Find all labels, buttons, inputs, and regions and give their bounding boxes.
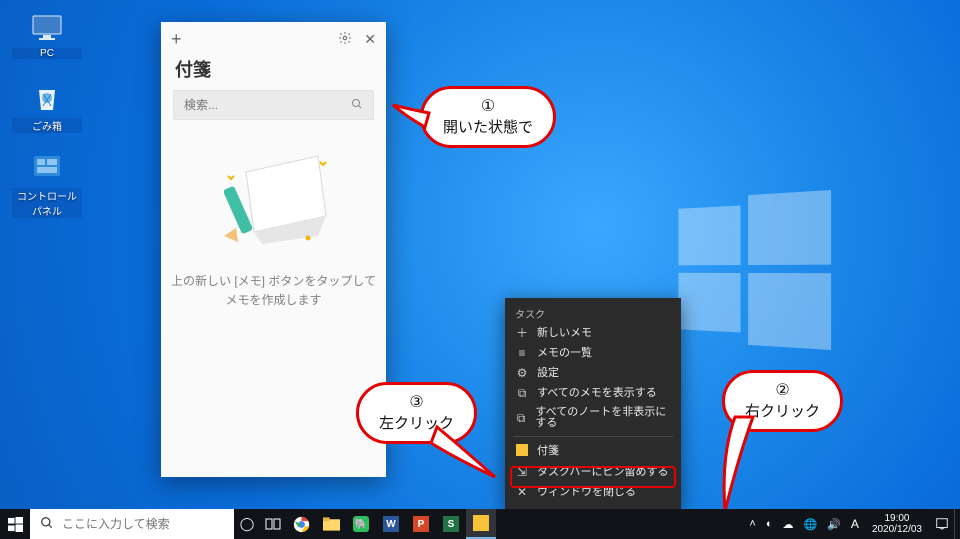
close-icon: ✕: [515, 486, 529, 498]
taskbar-search-input[interactable]: [62, 517, 224, 531]
sticky-titlebar: + ✕: [161, 22, 386, 56]
jump-item-hide-all[interactable]: ⧉ すべてのノートを非表示にする: [505, 403, 681, 433]
task-view-button[interactable]: [260, 509, 286, 539]
jump-item-label: 設定: [537, 368, 559, 379]
taskbar-app-evernote[interactable]: 🐘: [346, 509, 376, 539]
tray-ime-indicator[interactable]: A: [846, 509, 864, 539]
search-icon: [40, 516, 54, 533]
system-tray: ˄ ◐ ☁ 🌐 🔊 A 19:00 2020/12/03: [744, 509, 960, 539]
jump-item-show-all[interactable]: ⧉ すべてのメモを表示する: [505, 383, 681, 403]
taskbar-app-powerpoint[interactable]: P: [406, 509, 436, 539]
taskbar-jumplist: タスク ＋ 新しいメモ ≡ メモの一覧 ⚙ 設定 ⧉ すべてのメモを表示する ⧉ すべてのノートを…: [505, 298, 681, 509]
tray-date: 2020/12/03: [872, 524, 922, 535]
empty-state-hint-line2: メモを作成します: [161, 291, 386, 310]
recycle-bin-icon: [29, 80, 65, 116]
search-icon: [351, 98, 363, 113]
sticky-app-icon: [515, 444, 529, 458]
show-desktop-button[interactable]: [954, 509, 960, 539]
jump-item-settings[interactable]: ⚙ 設定: [505, 363, 681, 383]
desktop-icon-label: コントロール パネル: [12, 188, 82, 218]
jump-item-label: タスクバーにピン留めする: [537, 467, 668, 478]
desktop-icon-control-panel[interactable]: コントロール パネル: [12, 150, 82, 218]
sticky-search-input[interactable]: [184, 98, 351, 112]
jump-item-icon: ⧉: [515, 412, 527, 424]
jump-item-label: すべてのノートを非表示にする: [535, 407, 671, 429]
jump-item-icon: ＋: [515, 327, 529, 339]
taskbar-search[interactable]: [30, 509, 234, 539]
jumplist-section-title: タスク: [505, 302, 681, 323]
callout-2: ② 右クリック: [722, 370, 843, 432]
pin-icon: ⇲: [515, 466, 529, 478]
control-panel-icon: [29, 150, 65, 186]
jump-item-label: ウィンドウを閉じる: [537, 487, 636, 498]
cortana-button[interactable]: ◯: [234, 509, 260, 539]
jump-item-icon: ⚙: [515, 367, 529, 379]
tray-notifications-icon[interactable]: [930, 509, 954, 539]
sticky-title: 付箋: [161, 56, 386, 90]
tray-clock[interactable]: 19:00 2020/12/03: [864, 509, 930, 539]
taskbar-app-sticky-notes[interactable]: [466, 509, 496, 539]
tray-volume-icon[interactable]: 🔊: [822, 509, 846, 539]
tray-onedrive-icon[interactable]: ☁: [778, 509, 799, 539]
jump-item-icon: ≡: [515, 347, 529, 359]
tray-network-icon[interactable]: 🌐: [799, 509, 823, 539]
tray-people-icon[interactable]: ◐: [761, 509, 778, 539]
close-button[interactable]: ✕: [364, 31, 376, 48]
sticky-notes-window: + ✕ 付箋: [161, 22, 386, 477]
new-note-button[interactable]: +: [171, 29, 182, 50]
jump-item-label: 付箋: [537, 446, 559, 457]
desktop-icon-pc[interactable]: PC: [12, 10, 82, 59]
wallpaper-windows-logo: [678, 190, 831, 350]
jump-item-new-note[interactable]: ＋ 新しいメモ: [505, 323, 681, 343]
empty-state-illustration: [214, 146, 334, 256]
empty-state-hint-line1: 上の新しい [メモ] ボタンをタップして: [161, 272, 386, 291]
jump-item-label: 新しいメモ: [537, 328, 592, 339]
taskbar-app-word[interactable]: W: [376, 509, 406, 539]
taskbar-app-excel[interactable]: S: [436, 509, 466, 539]
callout-1: ① 開いた状態で: [420, 86, 556, 148]
jump-item-icon: ⧉: [515, 387, 529, 399]
sticky-search-box[interactable]: [173, 90, 374, 120]
jump-item-close-window[interactable]: ✕ ウィンドウを閉じる: [505, 482, 681, 502]
tray-chevron-up-icon[interactable]: ˄: [744, 509, 760, 539]
desktop-icon-label: ごみ箱: [12, 118, 82, 133]
monitor-icon: [29, 10, 65, 46]
settings-button[interactable]: [338, 31, 352, 48]
jump-item-app[interactable]: 付箋: [505, 440, 681, 462]
jump-item-note-list[interactable]: ≡ メモの一覧: [505, 343, 681, 363]
jump-item-label: メモの一覧: [537, 348, 592, 359]
taskbar: ◯ 🐘 W P S ˄ ◐ ☁ 🌐 🔊 A 19:00 2020/12/03: [0, 509, 960, 539]
start-button[interactable]: [0, 509, 30, 539]
taskbar-app-explorer[interactable]: [316, 509, 346, 539]
taskbar-app-chrome[interactable]: [286, 509, 316, 539]
tray-time: 19:00: [884, 513, 909, 524]
jump-item-pin[interactable]: ⇲ タスクバーにピン留めする: [505, 462, 681, 482]
jump-item-label: すべてのメモを表示する: [537, 388, 657, 399]
desktop-icon-recycle-bin[interactable]: ごみ箱: [12, 80, 82, 133]
desktop-icon-label: PC: [12, 48, 82, 59]
